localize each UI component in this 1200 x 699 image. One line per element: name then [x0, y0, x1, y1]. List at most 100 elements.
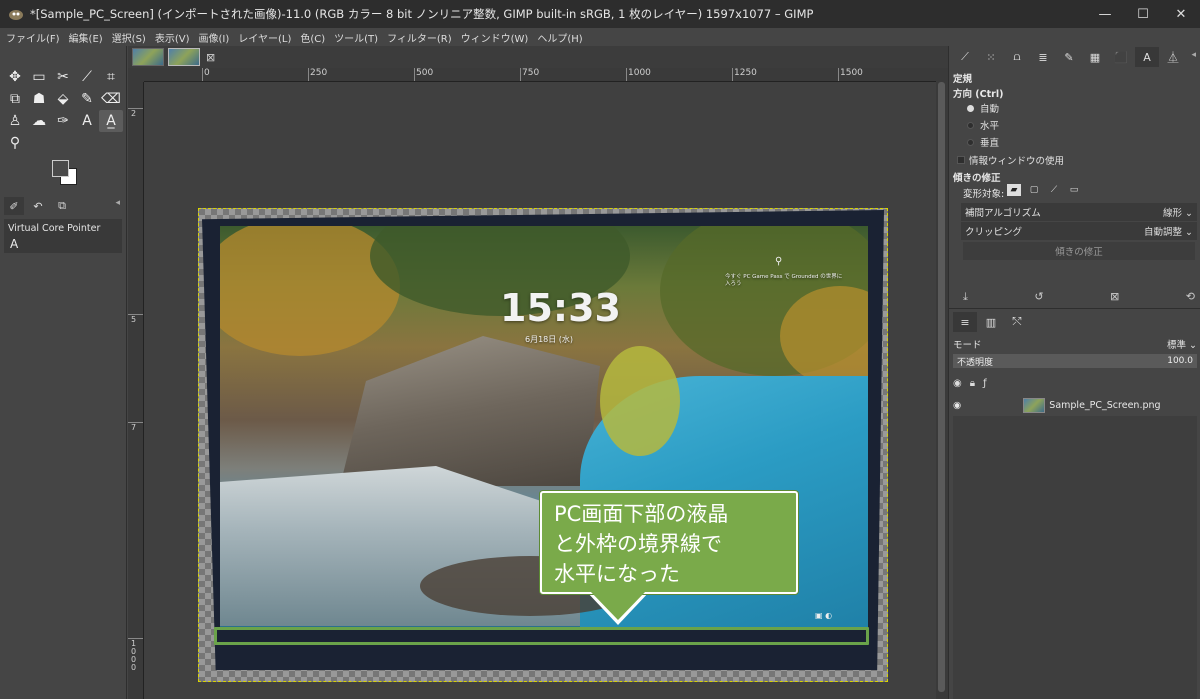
fg-bg-color-swatch[interactable] — [50, 158, 80, 188]
dock-menu-icon[interactable]: ◂ — [115, 198, 120, 208]
hruler-label: 750 — [522, 68, 540, 78]
layers-tab-icon[interactable]: ≡ — [953, 312, 977, 332]
smudge-icon[interactable]: ☁ — [27, 110, 51, 132]
scrollbar-thumb[interactable] — [938, 82, 945, 692]
device-status-tab-icon[interactable]: ✐ — [4, 197, 24, 215]
lockscreen-promo-text: 今すぐ PC Game Pass で Grounded の世界に入ろう — [725, 274, 843, 287]
callout-line-3: 水平になった — [554, 562, 680, 586]
menu-windows[interactable]: ウィンドウ(W) — [461, 30, 529, 45]
opacity-slider[interactable]: 不透明度 100.0 — [953, 354, 1197, 368]
unified-transform-icon[interactable]: ⧉ — [3, 88, 27, 110]
layers-dock-tabs: ≡ ▥ ⤲ — [953, 312, 1029, 332]
reset-options-icon[interactable]: ⟲ — [1186, 290, 1195, 304]
layer-visibility-eye-icon[interactable]: ◉ — [953, 400, 961, 411]
tool-options-tab-icon[interactable]: A — [1135, 47, 1159, 67]
interpolation-select[interactable]: 補間アルゴリズム 線形 ⌄ — [961, 203, 1197, 221]
channels-tab-icon[interactable]: ▥ — [979, 312, 1003, 332]
opacity-label: 不透明度 — [957, 357, 994, 368]
clipping-label: クリッピング — [965, 227, 1023, 238]
callout-text: PC画面下部の液晶 と外枠の境界線で 水平になった — [554, 499, 728, 589]
tab-close-icon[interactable]: ⊠ — [206, 51, 215, 64]
orientation-horizontal-radio[interactable]: 水平 — [967, 118, 999, 132]
hruler-label: 1000 — [628, 68, 651, 78]
menu-file[interactable]: ファイル(F) — [6, 30, 60, 45]
radio-dot — [967, 138, 974, 146]
orientation-label: 方向 (Ctrl) — [953, 89, 1004, 100]
minimize-button[interactable]: — — [1086, 0, 1124, 28]
orientation-auto-label: 自動 — [980, 104, 1000, 115]
straighten-text-icon[interactable]: A̲ — [99, 110, 123, 132]
lockscreen-search-icon: ⚲ — [775, 256, 783, 267]
paint-tab-icon[interactable]: ✎ — [1057, 47, 1081, 67]
histogram-tab-icon[interactable]: ⏅ — [1161, 47, 1185, 67]
orientation-vertical-radio[interactable]: 垂直 — [967, 135, 999, 149]
transform-selection-icon[interactable]: ▢ — [1027, 184, 1041, 196]
restore-options-icon[interactable]: ↺ — [1034, 290, 1043, 304]
move-tool-icon[interactable]: ✥ — [3, 66, 27, 88]
layer-mode-row[interactable]: モード 標準 ⌄ — [953, 336, 1197, 352]
image-canvas[interactable]: ⚲ 今すぐ PC Game Pass で Grounded の世界に入ろう 15… — [144, 82, 936, 699]
layer-list-header: ◉ 🔒︎ ƒ — [953, 374, 1197, 392]
transform-layer-icon[interactable]: ▰ — [1007, 184, 1021, 196]
vertical-scrollbar[interactable] — [936, 68, 948, 699]
menu-colors[interactable]: 色(C) — [300, 30, 325, 45]
menu-help[interactable]: ヘルプ(H) — [537, 30, 582, 45]
horizontal-ruler[interactable]: 0 250 500 750 1000 1250 1500 — [144, 68, 936, 82]
layer-item[interactable]: ◉ Sample_PC_Screen.png — [953, 394, 1197, 416]
fonts-tab-icon[interactable]: ≣ — [1031, 47, 1055, 67]
transform-image-icon[interactable]: ▭ — [1067, 184, 1081, 196]
patterns-tab-icon[interactable]: ⁙ — [979, 47, 1003, 67]
text-icon[interactable]: A — [75, 110, 99, 132]
effects-header-icon: ƒ — [983, 377, 987, 389]
foreground-color[interactable] — [52, 160, 69, 177]
rect-select-icon[interactable]: ▭ — [27, 66, 51, 88]
menu-layer[interactable]: レイヤー(L) — [238, 30, 291, 45]
window-controls: — ☐ ✕ — [1086, 0, 1200, 28]
info-window-checkbox[interactable]: 情報ウィンドウの使用 — [957, 153, 1064, 167]
fuzzy-select-icon[interactable]: ⟋ — [75, 66, 99, 88]
image-tab-2[interactable] — [168, 48, 200, 66]
orientation-auto-radio[interactable]: 自動 — [967, 101, 999, 115]
palette-tab-icon[interactable]: ▦ — [1083, 47, 1107, 67]
dock-menu-icon[interactable]: ◂ — [1191, 50, 1196, 60]
clone-icon[interactable]: ♙ — [3, 110, 27, 132]
straighten-button[interactable]: 傾きの修正 — [963, 242, 1195, 260]
vruler-label: 5 — [131, 315, 137, 324]
eraser-icon[interactable]: ⌫ — [99, 88, 123, 110]
photo-layer: ⚲ 今すぐ PC Game Pass で Grounded の世界に入ろう 15… — [202, 210, 884, 670]
undo-history-tab-icon[interactable]: ↶ — [28, 197, 48, 215]
vertical-ruler[interactable]: 2 5 7 1000 — [128, 82, 144, 699]
zoom-icon[interactable]: ⚲ — [3, 132, 27, 154]
maximize-button[interactable]: ☐ — [1124, 0, 1162, 28]
delete-options-icon[interactable]: ⊠ — [1110, 290, 1119, 304]
menu-edit[interactable]: 編集(E) — [69, 30, 103, 45]
menu-image[interactable]: 画像(I) — [199, 30, 230, 45]
paths-tab-icon[interactable]: ⤲ — [1005, 312, 1029, 332]
clipping-select[interactable]: クリッピング 自動調整 ⌄ — [961, 222, 1197, 240]
paths-icon[interactable]: ✑ — [51, 110, 75, 132]
bucket-fill-icon[interactable]: ⬙ — [51, 88, 75, 110]
menu-tools[interactable]: ツール(T) — [334, 30, 378, 45]
crop-icon[interactable]: ⌗ — [99, 66, 123, 88]
callout-line-1: PC画面下部の液晶 — [554, 502, 729, 526]
gradients-tab-icon[interactable]: ⩍ — [1005, 47, 1029, 67]
menu-select[interactable]: 選択(S) — [112, 30, 146, 45]
image-tab-1[interactable] — [132, 48, 164, 66]
brush-tab-icon[interactable]: ⟋ — [953, 47, 977, 67]
scissors-select-icon[interactable]: ✂ — [51, 66, 75, 88]
menu-filters[interactable]: フィルター(R) — [387, 30, 452, 45]
warp-transform-icon[interactable]: ☗ — [27, 88, 51, 110]
right-dock: ⟋ ⁙ ⩍ ≣ ✎ ▦ ⬛ A ⏅ ◂ 定規 方向 (Ctrl) 自動 水平 垂… — [948, 46, 1200, 699]
images-tab-icon[interactable]: ⧉ — [52, 197, 72, 215]
close-button[interactable]: ✕ — [1162, 0, 1200, 28]
vruler-label: 7 — [131, 423, 137, 432]
lock-header-icon: 🔒︎ — [969, 377, 976, 389]
transform-path-icon[interactable]: ⟋ — [1047, 184, 1061, 196]
hruler-label: 1250 — [734, 68, 757, 78]
straighten-title: 傾きの修正 — [953, 173, 1001, 184]
menu-view[interactable]: 表示(V) — [155, 30, 190, 45]
vruler-label: 1000 — [131, 639, 137, 672]
save-options-icon[interactable]: ⤓ — [963, 290, 968, 304]
paintbrush-icon[interactable]: ✎ — [75, 88, 99, 110]
fill-tab-icon[interactable]: ⬛ — [1109, 47, 1133, 67]
